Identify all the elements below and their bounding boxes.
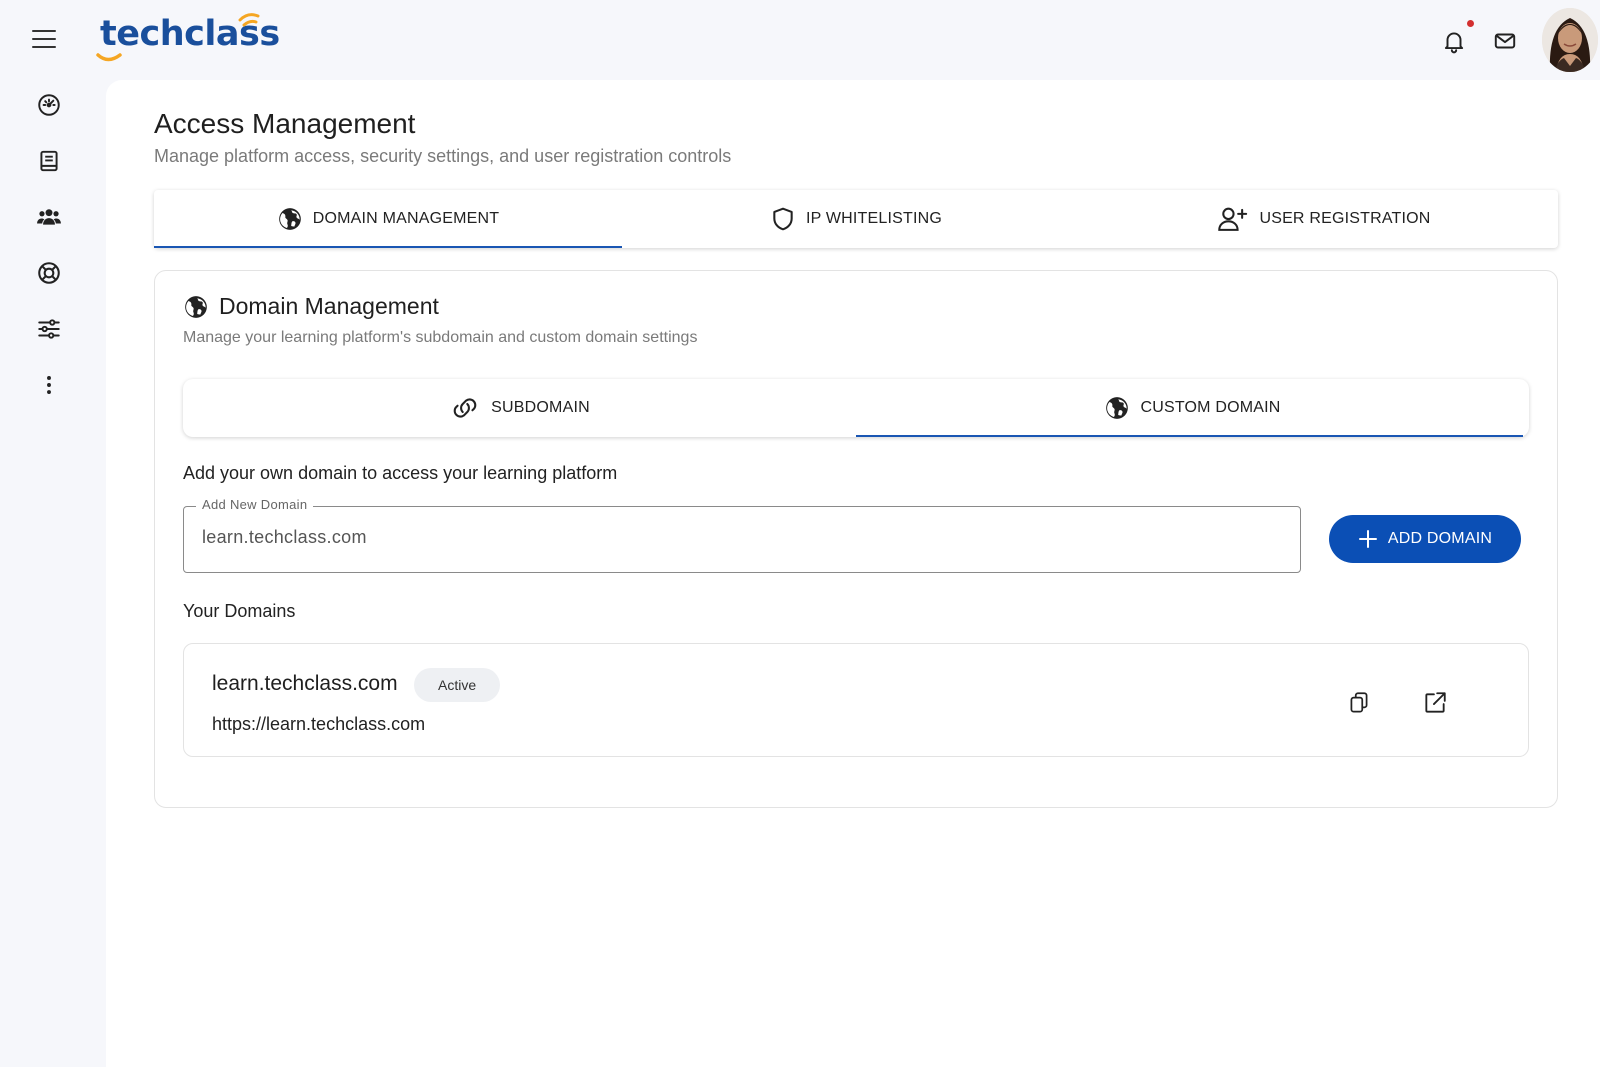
add-domain-field: Add New Domain bbox=[183, 497, 1301, 573]
bell-icon[interactable] bbox=[1441, 28, 1467, 54]
card-title: Domain Management bbox=[219, 293, 439, 319]
status-badge: Active bbox=[414, 668, 501, 702]
tab-label: DOMAIN MANAGEMENT bbox=[312, 210, 500, 227]
globe-icon bbox=[185, 295, 207, 318]
link-icon bbox=[453, 398, 477, 418]
domain-url: https://learn.techclass.com bbox=[212, 714, 426, 734]
add-domain-label: ADD DOMAIN bbox=[1387, 530, 1493, 547]
tab-custom-domain[interactable]: CUSTOM DOMAIN bbox=[856, 379, 1529, 437]
page-subtitle: Manage platform access, security setting… bbox=[154, 146, 732, 166]
tab-domain-management[interactable]: DOMAIN MANAGEMENT bbox=[154, 190, 622, 248]
sliders-icon[interactable] bbox=[36, 316, 62, 342]
main-content: Access Management Manage platform access… bbox=[106, 80, 1600, 1067]
menu-icon[interactable] bbox=[30, 27, 58, 51]
dashboard-gauge-icon[interactable] bbox=[36, 92, 62, 118]
copy-button[interactable] bbox=[1344, 688, 1374, 718]
avatar-portrait-icon bbox=[1542, 8, 1598, 72]
domain-type-tabs: SUBDOMAIN CUSTOM DOMAIN bbox=[183, 379, 1529, 437]
book-icon[interactable] bbox=[36, 148, 62, 174]
mail-icon[interactable] bbox=[1492, 28, 1518, 54]
external-link-icon bbox=[1425, 692, 1446, 713]
your-domains-heading: Your Domains bbox=[183, 601, 296, 621]
card-subtitle: Manage your learning platform's subdomai… bbox=[183, 329, 698, 346]
shield-icon bbox=[773, 207, 793, 231]
tab-subdomain[interactable]: SUBDOMAIN bbox=[183, 379, 856, 437]
user-plus-icon bbox=[1218, 207, 1248, 231]
custom-domain-description: Add your own domain to access your learn… bbox=[183, 463, 618, 483]
card-header: Domain Management bbox=[183, 293, 439, 320]
support-lifebuoy-icon[interactable] bbox=[36, 260, 62, 286]
domain-input[interactable] bbox=[202, 527, 1282, 548]
add-domain-button[interactable]: ADD DOMAIN bbox=[1329, 515, 1521, 563]
users-icon[interactable] bbox=[36, 204, 62, 230]
open-external-button[interactable] bbox=[1420, 688, 1450, 718]
globe-icon bbox=[278, 208, 301, 230]
plus-icon bbox=[1358, 530, 1377, 548]
logo[interactable]: techclass bbox=[96, 13, 280, 66]
avatar[interactable] bbox=[1542, 8, 1598, 72]
top-bar: techclass bbox=[0, 0, 1600, 80]
domain-management-card: Domain Management Manage your learning p… bbox=[154, 270, 1558, 808]
tab-label: SUBDOMAIN bbox=[491, 399, 590, 416]
access-tabs: DOMAIN MANAGEMENT IP WHITELISTING USER R… bbox=[154, 190, 1558, 248]
more-vertical-icon[interactable] bbox=[36, 372, 62, 398]
tab-label: CUSTOM DOMAIN bbox=[1140, 399, 1281, 416]
tab-ip-whitelisting[interactable]: IP WHITELISTING bbox=[622, 190, 1090, 248]
tab-label: IP WHITELISTING bbox=[805, 210, 943, 227]
notification-dot bbox=[1467, 20, 1474, 27]
domain-list-item: learn.techclass.com Active https://learn… bbox=[183, 643, 1529, 757]
logo-smile-icon bbox=[96, 53, 122, 62]
page-title: Access Management bbox=[154, 108, 416, 139]
field-label: Add New Domain bbox=[196, 497, 314, 512]
tab-label: USER REGISTRATION bbox=[1259, 210, 1431, 227]
globe-icon bbox=[1106, 397, 1129, 419]
tab-user-registration[interactable]: USER REGISTRATION bbox=[1090, 190, 1558, 248]
domain-name: learn.techclass.com bbox=[212, 672, 398, 695]
logo-arc-icon bbox=[238, 13, 260, 27]
sidebar bbox=[0, 80, 106, 1067]
copy-icon bbox=[1350, 692, 1368, 713]
